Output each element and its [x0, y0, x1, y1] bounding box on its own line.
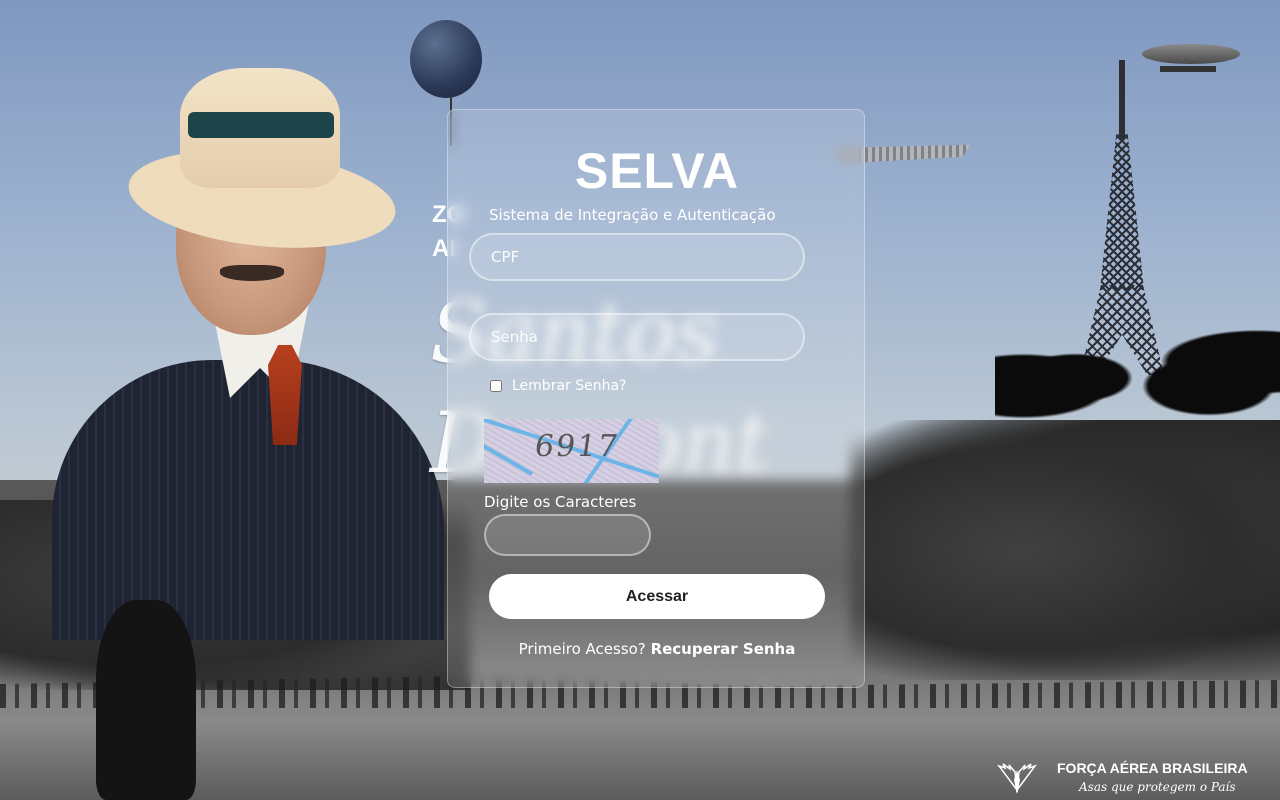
portrait-mustache [220, 265, 284, 281]
login-footer-links: Primeiro Acesso? Recuperar Senha [448, 640, 866, 658]
login-subtitle: Sistema de Integração e Autenticação [489, 206, 776, 224]
portrait-coat [52, 360, 444, 640]
recover-password-link[interactable]: Recuperar Senha [651, 640, 796, 658]
login-title: SELVA [574, 143, 740, 199]
background-trees-right [850, 420, 1280, 680]
login-card: SELVA Sistema de Integração e Autenticaç… [447, 109, 865, 688]
crowd-silhouettes [995, 290, 1280, 450]
captcha-noise-line [484, 442, 533, 476]
remember-password-label: Lembrar Senha? [512, 378, 627, 394]
portrait-illustration [50, 60, 450, 640]
submit-button[interactable]: Acessar [489, 574, 825, 619]
captcha-image: 6917 [484, 419, 659, 483]
remember-password-row[interactable]: Lembrar Senha? [490, 378, 627, 394]
brand-name: FORÇA AÉREA BRASILEIRA [1057, 760, 1248, 776]
brand-footer: FORÇA AÉREA BRASILEIRA Asas que protegem… [995, 758, 1255, 798]
captcha-input[interactable] [484, 514, 651, 556]
brand-slogan: Asas que protegem o País [1079, 780, 1236, 794]
portrait-hat-band [188, 112, 334, 138]
captcha-characters: 6917 [532, 429, 622, 464]
airship-illustration [1142, 44, 1240, 64]
portrait-tie [268, 345, 302, 445]
password-input[interactable] [469, 313, 805, 361]
cpf-input[interactable] [469, 233, 805, 281]
airship-gondola [1160, 66, 1216, 72]
first-access-link[interactable]: Primeiro Acesso? [519, 640, 646, 658]
eiffel-tower-spire [1119, 60, 1125, 140]
captcha-label: Digite os Caracteres [484, 493, 637, 511]
remember-password-checkbox[interactable] [490, 380, 502, 392]
wings-emblem-icon [996, 763, 1038, 794]
cameraman-silhouette [96, 600, 196, 800]
